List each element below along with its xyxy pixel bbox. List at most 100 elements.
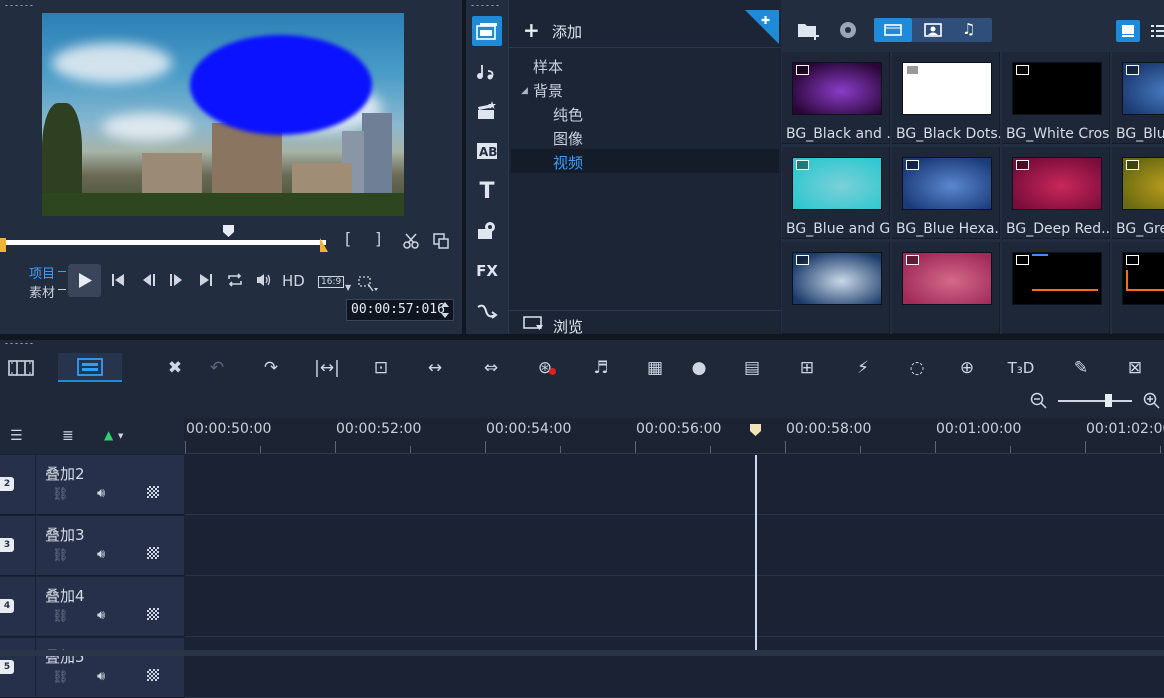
next-frame-icon[interactable] [168,272,184,288]
hd-toggle[interactable]: HD [282,272,305,290]
tools-icon[interactable]: ✖ [160,356,190,380]
tree-item-image[interactable]: 图像 [553,128,583,149]
zoom-out-icon[interactable] [1030,392,1048,410]
mask-icon[interactable]: ◌ [902,356,932,380]
repeat-icon[interactable] [226,272,244,288]
library-thumbnail[interactable] [782,242,890,334]
fit-timeline-icon[interactable]: |↔| [312,356,342,380]
library-thumbnail[interactable]: BG_Gre [1112,147,1164,239]
motion-tracking-icon[interactable]: ⚡ [848,356,878,380]
crop-select-icon[interactable] [357,275,379,293]
library-thumbnail[interactable] [1112,242,1164,334]
ripple-edit-icon[interactable]: ↔ [420,356,450,380]
zoom-slider-thumb[interactable] [1105,394,1112,407]
panel-grip[interactable] [4,4,34,7]
list-view-icon[interactable] [1151,24,1164,38]
tree-item-video[interactable]: 视频 [553,152,583,173]
aspect-ratio-button[interactable]: 16:9 [318,276,345,288]
library-thumbnail[interactable]: BG_White Cros... [1002,52,1110,144]
library-thumbnail[interactable] [892,242,1000,334]
track-header[interactable]: 3 叠加3 ⛓ 🔊︎ [0,516,184,576]
track-mute-icon[interactable]: 🔊︎ [97,547,105,562]
preview-screen[interactable] [42,13,404,216]
photo-filter-icon[interactable] [924,23,942,37]
track-mute-icon[interactable]: 🔊︎ [97,608,105,623]
title-template-tab[interactable]: AB [472,136,502,166]
fit-window-icon[interactable]: ⊡ [366,356,396,380]
subtitle-icon[interactable]: ▤ [737,356,767,380]
timecode-field[interactable]: 00:00:57:016 [346,299,454,321]
time-ruler[interactable]: 00:00:50:00 00:00:52:00 00:00:54:00 00:00:5… [184,418,1164,454]
track-transparency-icon[interactable] [147,608,159,620]
3d-title-icon[interactable]: T₃D [1006,356,1036,380]
graphics-tab[interactable] [472,216,502,246]
zoom-in-icon[interactable] [1143,392,1161,410]
track-lane[interactable] [185,638,1164,698]
track-lane[interactable] [185,516,1164,576]
library-thumbnail[interactable]: BG_Blue and G... [782,147,890,239]
library-thumbnail[interactable]: BG_Black Dots... [892,52,1000,144]
add-button[interactable]: 添加 [552,21,582,42]
audio-filter-icon[interactable]: ♫ [962,20,975,38]
add-remove-chapter-icon[interactable]: ≣ [62,428,74,444]
storyboard-view-icon[interactable] [8,358,34,378]
track-name[interactable]: 叠加4 [45,585,85,606]
filter-fx-tab[interactable]: FX [472,256,502,286]
title-tab[interactable]: T [472,176,502,206]
thumbnail-view-button[interactable] [1116,20,1140,42]
track-transparency-icon[interactable] [147,547,159,559]
multi-cam-icon[interactable]: ⊠ [1120,356,1150,380]
link-icon[interactable]: ⛓ [52,670,69,685]
library-thumbnail[interactable]: BG_Deep Red.... [1002,147,1110,239]
audio-tab[interactable] [472,56,502,86]
track-name[interactable]: 叠加2 [45,463,85,484]
audio-mixer-icon[interactable]: ♬ [586,356,616,380]
track-mute-icon[interactable]: 🔊︎ [97,486,105,501]
path-tab[interactable] [472,296,502,326]
link-icon[interactable]: ⛓ [52,487,69,502]
go-to-end-icon[interactable] [198,272,214,288]
split-screen-icon[interactable]: ⊞ [792,356,822,380]
mark-out-button[interactable]: ] [375,231,381,247]
color-grading-icon[interactable]: ● [684,356,714,380]
go-to-start-icon[interactable] [110,272,126,288]
record-icon[interactable]: ⊛ [530,356,560,380]
pan-zoom-icon[interactable]: ⊕ [952,356,982,380]
scissors-icon[interactable] [402,232,420,250]
scrub-handle-icon[interactable] [222,224,235,238]
track-header[interactable]: 5 叠加5 ⛓ 🔊︎ [0,638,184,698]
library-thumbnail[interactable]: BG_Blue [1112,52,1164,144]
clip-mode-label[interactable]: 素材 [29,282,55,301]
plus-icon[interactable]: + [523,18,540,42]
tree-item-solid-color[interactable]: 纯色 [553,104,583,125]
track-mute-icon[interactable]: 🔊︎ [97,669,105,684]
volume-icon[interactable] [255,272,273,288]
track-header[interactable]: 4 叠加4 ⛓ 🔊︎ [0,577,184,637]
instant-project-tab[interactable] [472,96,502,126]
play-button[interactable] [68,264,101,297]
overlay-blue-ellipse[interactable] [190,35,372,135]
track-transparency-icon[interactable] [147,669,159,681]
mark-in-button[interactable]: [ [345,231,351,247]
link-icon[interactable]: ⛓ [52,609,69,624]
show-video-toggle[interactable] [874,18,912,42]
link-icon[interactable]: ⛓ [52,548,69,563]
import-folder-icon[interactable] [797,20,821,40]
track-header[interactable]: 2 叠加2 ⛓ 🔊︎ [0,455,184,515]
project-mode-label[interactable]: 项目 [29,263,55,282]
expand-track-icon[interactable]: ⇔ [476,356,506,380]
redo-icon[interactable]: ↷ [256,356,286,380]
previous-frame-icon[interactable] [141,272,157,288]
library-thumbnail[interactable] [1002,242,1110,334]
scrubber-bar[interactable] [0,240,326,245]
chevron-down-icon[interactable]: ▼ [118,432,123,440]
track-lane[interactable] [185,455,1164,515]
capture-icon[interactable] [838,20,858,40]
library-thumbnail[interactable]: BG_Black and ... [782,52,890,144]
tree-expand-icon[interactable]: ◢ [521,86,528,96]
track-name[interactable]: 叠加3 [45,524,85,545]
storyboard-icon[interactable]: ▦ [640,356,670,380]
tree-item-backgrounds[interactable]: 背景 [533,80,563,101]
panel-grip[interactable] [4,342,34,345]
smart-edit-icon[interactable]: ✎ [1066,356,1096,380]
